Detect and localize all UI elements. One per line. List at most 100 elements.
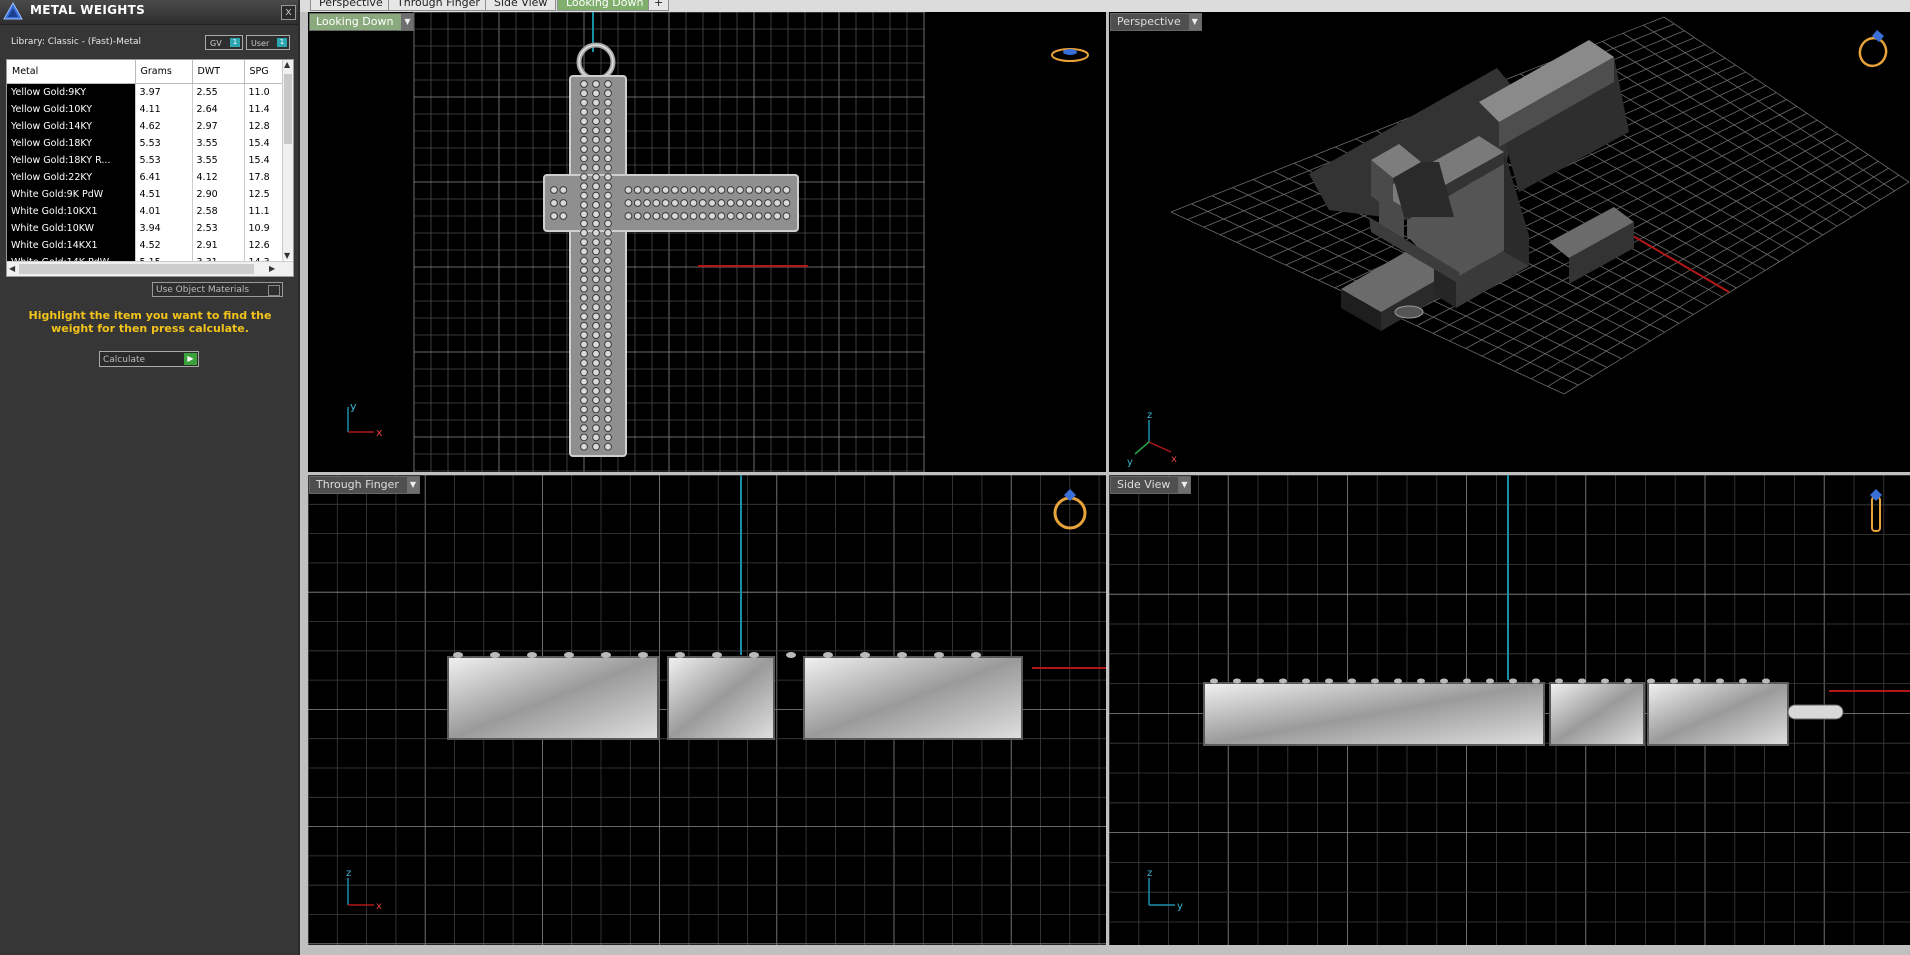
user-toggle[interactable]: User 1 xyxy=(246,35,290,50)
spg-cell: 15.4 xyxy=(244,135,284,152)
dwt-cell: 3.55 xyxy=(192,135,245,152)
calculate-label: Calculate xyxy=(103,355,146,365)
axis-label-z: z xyxy=(1147,410,1152,421)
table-row[interactable]: Yellow Gold:22KY 6.41 4.12 17.8 xyxy=(7,169,284,186)
dwt-cell: 2.90 xyxy=(192,186,245,203)
metal-cell: Yellow Gold:22KY xyxy=(7,169,136,186)
axis-label-z: z xyxy=(1147,868,1152,879)
metal-cell: Yellow Gold:14KY xyxy=(7,118,136,135)
column-header-grams[interactable]: Grams xyxy=(135,60,193,84)
dwt-cell: 3.55 xyxy=(192,152,245,169)
metal-cell: White Gold:10KX1 xyxy=(7,203,136,220)
vertical-scroll-thumb[interactable] xyxy=(284,74,292,144)
tab-looking-down[interactable]: Looking Down xyxy=(557,0,653,11)
app-logo-icon xyxy=(3,1,23,20)
spg-cell: 12.6 xyxy=(244,237,284,254)
table-row[interactable]: Yellow Gold:9KY 3.97 2.55 11.0 xyxy=(7,83,284,101)
axis-label-x: x xyxy=(1171,454,1177,465)
table-row[interactable]: Yellow Gold:10KY 4.11 2.64 11.4 xyxy=(7,101,284,118)
metal-cell: Yellow Gold:18KY R... xyxy=(7,152,136,169)
axis-label-x: x xyxy=(376,426,383,439)
column-header-metal[interactable]: Metal xyxy=(7,60,136,84)
table-vertical-scrollbar[interactable]: ▲ ▼ xyxy=(282,60,293,260)
dwt-cell: 4.12 xyxy=(192,169,245,186)
spg-cell: 11.0 xyxy=(244,83,284,101)
axis-gizmo-through-finger: z x xyxy=(346,868,382,912)
axis-gizmo-perspective: z y x xyxy=(1127,410,1177,468)
viewport-through-finger[interactable]: Through Finger ▼ z x xyxy=(308,475,1106,945)
table-horizontal-scrollbar[interactable]: ◀ ▶ xyxy=(7,261,293,276)
table-row[interactable]: White Gold:14KX1 4.52 2.91 12.6 xyxy=(7,237,284,254)
grams-cell: 5.53 xyxy=(135,152,193,169)
spg-cell: 11.1 xyxy=(244,203,284,220)
play-icon[interactable]: ▶ xyxy=(184,353,197,365)
table-row[interactable]: Yellow Gold:18KY 5.53 3.55 15.4 xyxy=(7,135,284,152)
metal-cell: White Gold:9K PdW xyxy=(7,186,136,203)
close-button[interactable]: x xyxy=(281,5,296,20)
metal-table: Metal Grams DWT SPG Yellow Gold:9KY 3.97 2… xyxy=(7,60,284,271)
table-row[interactable]: White Gold:10KX1 4.01 2.58 11.1 xyxy=(7,203,284,220)
viewport-area: Perspective Through Finger Side View Loo… xyxy=(300,0,1910,955)
view-tab-strip: Perspective Through Finger Side View Loo… xyxy=(300,0,1910,12)
gv-toggle[interactable]: GV 1 xyxy=(205,35,243,50)
user-toggle-state: 1 xyxy=(277,38,287,47)
table-row[interactable]: White Gold:10KW 3.94 2.53 10.9 xyxy=(7,220,284,237)
axis-gizmo-looking-down: y x xyxy=(347,400,383,439)
grams-cell: 4.11 xyxy=(135,101,193,118)
checkbox-icon[interactable] xyxy=(268,285,280,296)
use-object-materials-checkbox[interactable]: Use Object Materials xyxy=(152,282,283,297)
scroll-left-icon[interactable]: ◀ xyxy=(9,264,15,273)
grams-cell: 4.62 xyxy=(135,118,193,135)
spg-cell: 12.8 xyxy=(244,118,284,135)
grams-cell: 4.01 xyxy=(135,203,193,220)
instruction-text: Highlight the item you want to find the … xyxy=(28,309,272,335)
scroll-down-icon[interactable]: ▼ xyxy=(284,251,290,260)
panel-title: METAL WEIGHTS xyxy=(30,3,146,17)
table-row[interactable]: Yellow Gold:18KY R... 5.53 3.55 15.4 xyxy=(7,152,284,169)
grams-cell: 5.53 xyxy=(135,135,193,152)
column-header-dwt[interactable]: DWT xyxy=(192,60,245,84)
viewport-looking-down[interactable]: Looking Down ▼ y x xyxy=(308,12,1106,472)
grams-cell: 4.51 xyxy=(135,186,193,203)
dwt-cell: 2.97 xyxy=(192,118,245,135)
add-tab-icon[interactable]: + xyxy=(648,0,670,11)
axis-label-y: y xyxy=(1127,457,1133,468)
metal-cell: White Gold:10KW xyxy=(7,220,136,237)
table-row[interactable]: White Gold:9K PdW 4.51 2.90 12.5 xyxy=(7,186,284,203)
scroll-right-icon[interactable]: ▶ xyxy=(269,264,275,273)
tab-through-finger[interactable]: Through Finger xyxy=(388,0,489,11)
grams-cell: 3.94 xyxy=(135,220,193,237)
metal-cell: White Gold:14KX1 xyxy=(7,237,136,254)
scroll-up-icon[interactable]: ▲ xyxy=(284,60,290,69)
tab-perspective[interactable]: Perspective xyxy=(310,0,392,11)
dwt-cell: 2.53 xyxy=(192,220,245,237)
panel-titlebar: METAL WEIGHTS x xyxy=(0,0,298,25)
spg-cell: 10.9 xyxy=(244,220,284,237)
metal-cell: Yellow Gold:9KY xyxy=(7,83,136,101)
viewport-side-view[interactable]: Side View ▼ z y xyxy=(1109,475,1910,945)
table-header-row: Metal Grams DWT SPG xyxy=(7,60,284,84)
viewport-perspective[interactable]: Perspective ▼ z y x xyxy=(1109,12,1910,472)
metal-cell: Yellow Gold:10KY xyxy=(7,101,136,118)
gv-toggle-label: GV xyxy=(210,39,222,48)
metal-cell: Yellow Gold:18KY xyxy=(7,135,136,152)
gv-toggle-state: 1 xyxy=(230,38,240,47)
dwt-cell: 2.91 xyxy=(192,237,245,254)
tab-side-view[interactable]: Side View xyxy=(485,0,557,11)
table-row[interactable]: Yellow Gold:14KY 4.62 2.97 12.8 xyxy=(7,118,284,135)
grams-cell: 4.52 xyxy=(135,237,193,254)
horizontal-scroll-thumb[interactable] xyxy=(19,264,254,274)
axis-gizmo-side-view: z y xyxy=(1147,868,1183,912)
user-toggle-label: User xyxy=(251,39,270,48)
axis-label-z: z xyxy=(346,868,351,879)
dwt-cell: 2.58 xyxy=(192,203,245,220)
spg-cell: 17.8 xyxy=(244,169,284,186)
use-object-materials-label: Use Object Materials xyxy=(156,285,250,295)
axis-label-y: y xyxy=(1177,901,1183,912)
metal-table-container: Metal Grams DWT SPG Yellow Gold:9KY 3.97 2… xyxy=(6,59,294,277)
spg-cell: 12.5 xyxy=(244,186,284,203)
axis-label-x: x xyxy=(376,901,382,912)
calculate-button[interactable]: Calculate ▶ xyxy=(99,351,199,367)
column-header-spg[interactable]: SPG xyxy=(244,60,284,84)
metal-weights-panel: METAL WEIGHTS x Library: Classic - (Fast… xyxy=(0,0,298,955)
